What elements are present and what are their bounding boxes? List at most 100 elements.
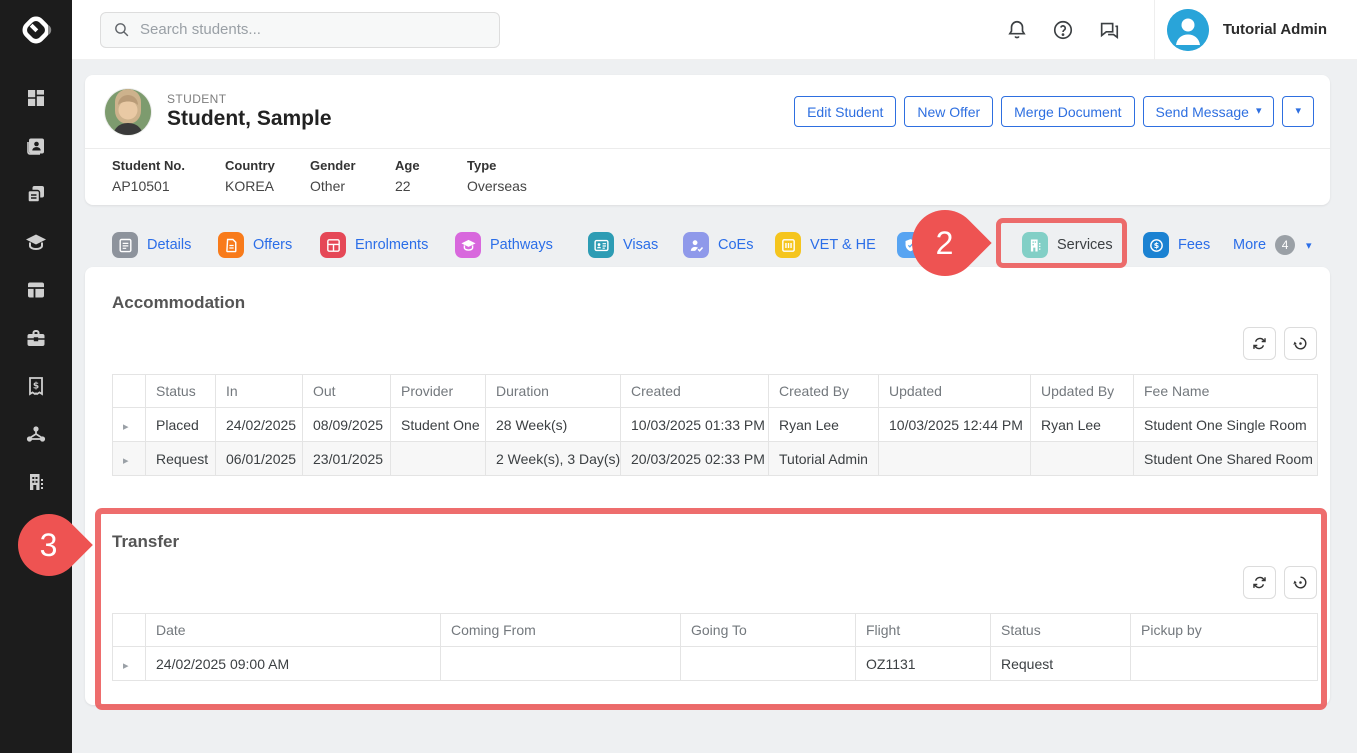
accommodation-refresh-button[interactable] [1243,327,1276,360]
sidebar-item-courses[interactable] [0,220,72,268]
table-cell [681,647,856,681]
sidebar-item-timetables[interactable] [0,268,72,316]
tab-label: Fees [1178,237,1210,253]
accommodation-history-button[interactable] [1284,327,1317,360]
sidebar-item-documents[interactable] [0,172,72,220]
visas-tab-icon [588,232,614,258]
table-cell: Ryan Lee [769,408,879,442]
transfer-section: Transfer DateComing FromGoing ToFlightSt… [112,532,1317,681]
column-header-pickup-by[interactable]: Pickup by [1131,614,1318,647]
info-age: Age 22 [395,158,467,194]
tab-services[interactable]: Services [1022,223,1113,267]
topbar: Tutorial Admin [72,0,1357,60]
tab-details[interactable]: Details [112,223,191,267]
column-header-flight[interactable]: Flight [856,614,991,647]
table-cell [879,442,1031,476]
grid-icon [24,86,48,115]
table-cell: Student One [391,408,486,442]
table-cell: 24/02/2025 09:00 AM [146,647,441,681]
tab-visas[interactable]: Visas [588,223,658,267]
accommodation-title: Accommodation [112,293,1317,313]
row-expander-icon[interactable]: ▸ [123,455,129,467]
table-row[interactable]: ▸Placed24/02/202508/09/2025Student One28… [113,408,1318,442]
column-header-updated-by[interactable]: Updated By [1031,375,1134,408]
column-header-fee-name[interactable]: Fee Name [1134,375,1318,408]
merge-document-button[interactable]: Merge Document [1001,96,1134,127]
student-info-bar: Student No. AP10501Country KOREAGender O… [85,148,1330,194]
tab-more[interactable]: More 4 ▾ [1233,223,1312,267]
chat-icon[interactable] [1086,10,1132,50]
expander-column-header [113,614,146,647]
column-header-provider[interactable]: Provider [391,375,486,408]
transfer-refresh-button[interactable] [1243,566,1276,599]
search-box[interactable] [100,12,500,48]
table-cell: 06/01/2025 [216,442,303,476]
sidebar-item-services[interactable] [0,460,72,508]
button-label: Merge Document [1014,104,1121,120]
main-content: STUDENT Student, Sample Edit StudentNew … [72,60,1357,705]
sidebar-item-dashboard[interactable] [0,76,72,124]
sidebar-item-fees[interactable]: $ [0,364,72,412]
column-header-in[interactable]: In [216,375,303,408]
table-row[interactable]: ▸ 24/02/2025 09:00 AM OZ1131Request [113,647,1318,681]
table-cell: 10/03/2025 01:33 PM [621,408,769,442]
column-header-created-by[interactable]: Created By [769,375,879,408]
table-cell: Student One Single Room [1134,408,1318,442]
column-header-status[interactable]: Status [146,375,216,408]
tab-coes[interactable]: CoEs [683,223,753,267]
user-avatar[interactable] [1167,9,1209,51]
column-header-created[interactable]: Created [621,375,769,408]
send-message-button[interactable]: Send Message▾ [1143,96,1275,127]
info-country: Country KOREA [225,158,310,194]
info-label: Type [467,158,587,173]
column-header-updated[interactable]: Updated [879,375,1031,408]
column-header-coming-from[interactable]: Coming From [441,614,681,647]
column-header-going-to[interactable]: Going To [681,614,856,647]
more-count-badge: 4 [1275,235,1295,255]
tab-vet-he[interactable]: VET & HE [775,223,876,267]
search-input[interactable] [140,21,487,38]
column-header-out[interactable]: Out [303,375,391,408]
app-logo-icon[interactable] [0,0,72,60]
tab-enrolments[interactable]: Enrolments [320,223,428,267]
search-icon [113,21,130,38]
table-cell: Placed [146,408,216,442]
table-cell [1031,442,1134,476]
button-label: Send Message [1156,104,1249,120]
tab-fees[interactable]: $Fees [1143,223,1210,267]
tab-pathways[interactable]: Pathways [455,223,553,267]
bell-icon[interactable] [994,10,1040,50]
sidebar-item-pathways[interactable] [0,412,72,460]
table-cell: OZ1131 [856,647,991,681]
tab-offers[interactable]: Offers [218,223,292,267]
column-header-status[interactable]: Status [991,614,1131,647]
briefcase-icon [24,326,48,355]
graduation-cap-icon [24,230,48,259]
new-offer-button[interactable]: New Offer [904,96,993,127]
services-panel: Accommodation StatusInOutProviderDuratio… [85,267,1330,705]
button-label: Edit Student [807,104,883,120]
info-label: Country [225,158,310,173]
student-photo[interactable] [105,89,151,135]
more-actions-button[interactable]: ▾ [1282,96,1314,127]
edit-student-button[interactable]: Edit Student [794,96,896,127]
copy-docs-icon [24,182,48,211]
table-row[interactable]: ▸Request06/01/202523/01/20252 Week(s), 3… [113,442,1318,476]
row-expander-icon[interactable]: ▸ [123,660,129,672]
transfer-history-button[interactable] [1284,566,1317,599]
sidebar-item-work[interactable] [0,316,72,364]
column-header-duration[interactable]: Duration [486,375,621,408]
table-cell: 20/03/2025 02:33 PM [621,442,769,476]
user-name[interactable]: Tutorial Admin [1223,21,1327,38]
details-tab-icon [112,232,138,258]
table-cell: Tutorial Admin [769,442,879,476]
table-cell: Request [991,647,1131,681]
transfer-title: Transfer [112,532,1317,552]
row-expander-icon[interactable]: ▸ [123,421,129,433]
column-header-date[interactable]: Date [146,614,441,647]
expander-column-header [113,375,146,408]
sidebar-item-students[interactable] [0,124,72,172]
help-icon[interactable] [1040,10,1086,50]
sidebar-nav: $ [0,60,72,508]
tab-label: VET & HE [810,237,876,253]
